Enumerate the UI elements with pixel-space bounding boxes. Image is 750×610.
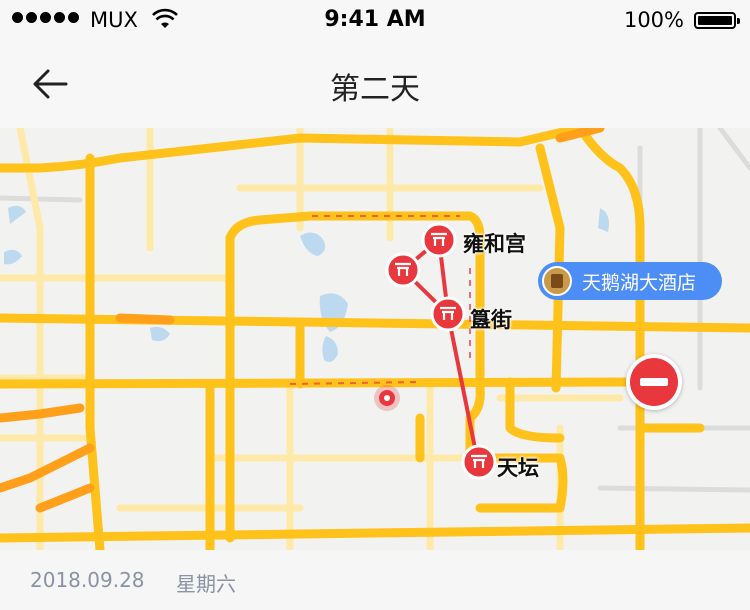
poi-label-guijie[interactable]: 簋街 [470, 304, 512, 334]
hotel-marker[interactable]: 天鹅湖大酒店 [538, 262, 722, 300]
poi-marker-1 [421, 222, 457, 258]
day-footer: 2018.09.28 星期六 [0, 550, 750, 610]
trip-date: 2018.09.28 [30, 568, 145, 592]
poi-label-tiantan[interactable]: 天坛 [497, 452, 539, 482]
location-dot-icon [374, 385, 400, 411]
hotel-label: 天鹅湖大酒店 [582, 271, 697, 294]
route-map[interactable]: 雍和宫 簋街 天坛 天鹅湖大酒店 [0, 128, 750, 550]
status-bar: MUX 9:41 AM 100% [0, 0, 750, 40]
navigation-bar: 第二天 [0, 40, 750, 128]
trip-weekday: 星期六 [176, 572, 236, 596]
poi-marker-4 [461, 444, 497, 480]
hotel-icon [542, 266, 572, 296]
battery-icon [694, 12, 740, 29]
poi-label-yonghegong[interactable]: 雍和宫 [463, 228, 526, 258]
map-canvas [0, 128, 750, 550]
poi-marker-2 [385, 252, 421, 288]
battery-percentage: 100% [623, 8, 684, 32]
poi-marker-3 [430, 296, 466, 332]
no-entry-icon[interactable] [626, 354, 682, 410]
page-title: 第二天 [330, 72, 420, 107]
